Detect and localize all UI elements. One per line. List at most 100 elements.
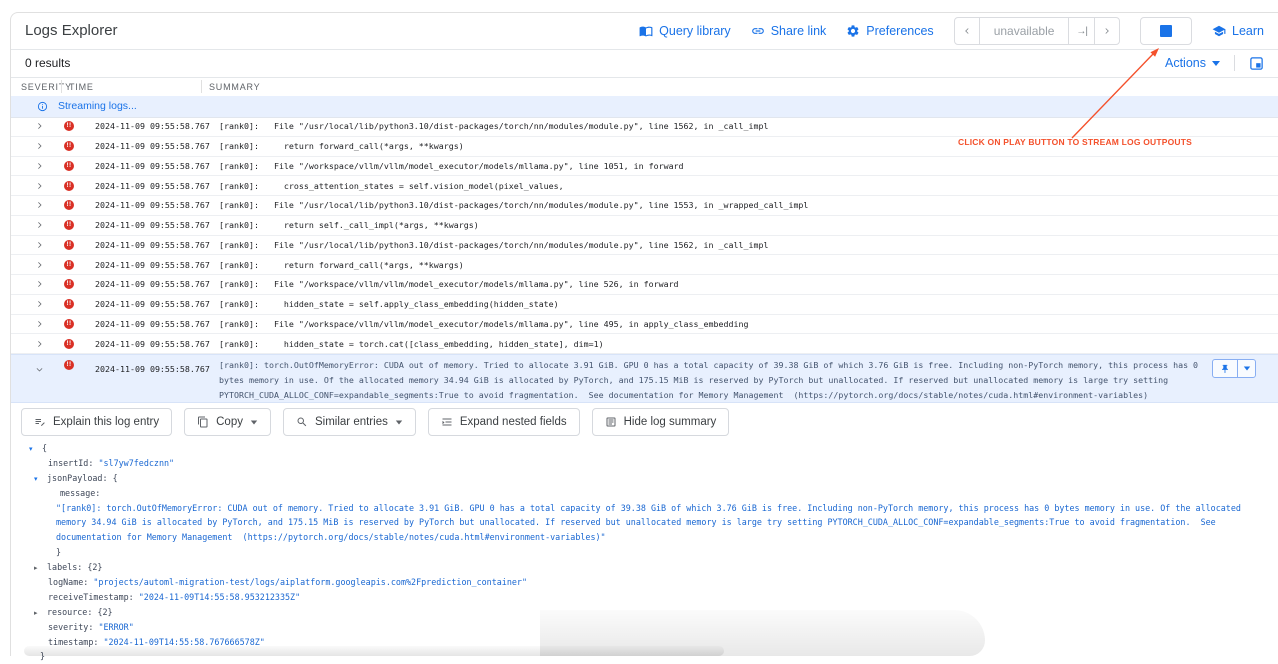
results-bar: 0 results Actions [11, 49, 1278, 78]
error-severity-icon: !! [64, 260, 74, 270]
expand-chevron-icon[interactable] [35, 221, 44, 230]
stop-icon [1160, 25, 1172, 37]
query-library-button[interactable]: Query library [639, 24, 731, 38]
expand-chevron-icon[interactable] [35, 201, 44, 210]
error-severity-icon: !! [64, 360, 74, 370]
log-summary: [rank0]: hidden_state = self.apply_class… [219, 299, 1274, 309]
log-row[interactable]: !! 2024-11-09 09:55:58.767 [rank0]: File… [11, 236, 1278, 256]
log-row[interactable]: !! 2024-11-09 09:55:58.767 [rank0]: File… [11, 315, 1278, 335]
error-severity-icon: !! [64, 240, 74, 250]
preferences-button[interactable]: Preferences [846, 24, 933, 38]
chevron-down-icon [251, 420, 257, 424]
copy-icon [197, 416, 209, 428]
chevron-down-icon [1243, 367, 1249, 371]
json-line: } [11, 545, 1278, 560]
json-brace: { [42, 443, 47, 453]
expanded-log-row[interactable]: !! 2024-11-09 09:55:58.767 [rank0]: torc… [11, 354, 1278, 403]
learn-button[interactable]: Learn [1212, 24, 1264, 38]
divider [1234, 55, 1235, 71]
expanded-log-line: PYTORCH_CUDA_ALLOC_CONF=expandable_segme… [219, 388, 1203, 403]
caret-right-icon[interactable]: ▸ [34, 606, 47, 621]
log-summary: [rank0]: File "/usr/local/lib/python3.10… [219, 240, 1274, 250]
similar-entries-button[interactable]: Similar entries [283, 408, 416, 436]
json-line: "[rank0]: torch.OutOfMemoryError: CUDA o… [11, 501, 1278, 516]
json-line: documentation for Memory Management (htt… [11, 530, 1278, 545]
pin-options-button[interactable] [1237, 360, 1255, 377]
log-time: 2024-11-09 09:55:58.767 [95, 200, 210, 210]
log-row[interactable]: !! 2024-11-09 09:55:58.767 [rank0]: File… [11, 275, 1278, 295]
streaming-logs-label: Streaming logs... [58, 100, 137, 112]
copy-label: Copy [216, 416, 243, 428]
jump-to-last-button[interactable]: →| [1068, 18, 1094, 44]
json-line: } [11, 649, 1278, 664]
expand-chevron-icon[interactable] [35, 339, 44, 348]
expand-chevron-icon[interactable] [35, 240, 44, 249]
share-link-button[interactable]: Share link [751, 24, 827, 38]
log-row[interactable]: !! 2024-11-09 09:55:58.767 [rank0]: File… [11, 196, 1278, 216]
actions-label: Actions [1165, 56, 1206, 70]
expand-chevron-icon[interactable] [35, 142, 44, 151]
log-row[interactable]: !! 2024-11-09 09:55:58.767 [rank0]: File… [11, 117, 1278, 137]
error-severity-icon: !! [64, 121, 74, 131]
chevron-down-icon [1212, 61, 1220, 66]
summary-panel-icon [605, 416, 617, 428]
caret-right-icon[interactable]: ▸ [34, 561, 47, 576]
expand-chevron-icon[interactable] [35, 319, 44, 328]
link-icon [751, 24, 765, 38]
actions-button[interactable]: Actions [1165, 56, 1220, 70]
json-key: logName: [48, 577, 88, 587]
log-time: 2024-11-09 09:55:58.767 [95, 240, 210, 250]
hide-log-summary-button[interactable]: Hide log summary [592, 408, 730, 436]
title-bar: Logs Explorer Query library Share link P… [11, 13, 1278, 50]
expand-chevron-icon[interactable] [35, 260, 44, 269]
error-severity-icon: !! [64, 181, 74, 191]
gear-icon [846, 24, 860, 38]
column-divider [201, 80, 202, 93]
expanded-log-line: [rank0]: torch.OutOfMemoryError: CUDA ou… [219, 358, 1203, 373]
caret-down-icon[interactable]: ▾ [34, 472, 47, 487]
caret-down-icon[interactable]: ▾ [29, 442, 42, 457]
json-value: "sl7yw7fedcznn" [98, 458, 174, 468]
log-row[interactable]: !! 2024-11-09 09:55:58.767 [rank0]: retu… [11, 216, 1278, 236]
collapse-chevron-icon[interactable] [35, 365, 44, 374]
log-row[interactable]: !! 2024-11-09 09:55:58.767 [rank0]: retu… [11, 255, 1278, 275]
explain-log-entry-button[interactable]: Explain this log entry [21, 408, 172, 436]
error-severity-icon: !! [64, 161, 74, 171]
json-value: "projects/automl-migration-test/logs/aip… [93, 577, 527, 587]
expand-chevron-icon[interactable] [35, 161, 44, 170]
json-line: ▾jsonPayload: { [11, 471, 1278, 486]
pin-log-entry-button[interactable] [1213, 360, 1237, 377]
title-bar-actions: Query library Share link Preferences una… [639, 13, 1264, 49]
next-page-button[interactable] [1094, 18, 1119, 44]
pin-button-group [1212, 359, 1256, 378]
stop-streaming-button[interactable] [1140, 17, 1192, 45]
json-line: timestamp: "2024-11-09T14:55:58.76766657… [11, 635, 1278, 650]
log-summary: [rank0]: return self._call_impl(*args, *… [219, 220, 1274, 230]
log-row[interactable]: !! 2024-11-09 09:55:58.767 [rank0]: cros… [11, 176, 1278, 196]
chevron-down-icon [396, 420, 402, 424]
annotation-text: CLICK ON PLAY BUTTON TO STREAM LOG OUTPO… [958, 137, 1192, 147]
expand-chevron-icon[interactable] [35, 122, 44, 131]
error-severity-icon: !! [64, 200, 74, 210]
json-line: memory 34.94 GiB is allocated by PyTorch… [11, 515, 1278, 530]
json-key: receiveTimestamp: [48, 592, 134, 602]
log-summary: [rank0]: File "/workspace/vllm/vllm/mode… [219, 279, 1274, 289]
log-entry-json-view: ▾{ insertId: "sl7yw7fedcznn" ▾jsonPayloa… [11, 441, 1278, 664]
open-side-panel-button[interactable] [1249, 56, 1264, 71]
json-line: ▸resource: {2} [11, 605, 1278, 620]
share-link-label: Share link [771, 24, 827, 38]
expanded-log-line: bytes memory in use. Of the allocated me… [219, 373, 1203, 388]
expand-chevron-icon[interactable] [35, 181, 44, 190]
log-row[interactable]: !! 2024-11-09 09:55:58.767 [rank0]: hidd… [11, 295, 1278, 315]
previous-page-button[interactable] [955, 18, 979, 44]
expand-chevron-icon[interactable] [35, 300, 44, 309]
expand-nested-fields-button[interactable]: Expand nested fields [428, 408, 580, 436]
json-line: message: [11, 486, 1278, 501]
log-row[interactable]: !! 2024-11-09 09:55:58.767 [rank0]: hidd… [11, 334, 1278, 354]
expanded-log-text: [rank0]: torch.OutOfMemoryError: CUDA ou… [219, 358, 1203, 404]
copy-button[interactable]: Copy [184, 408, 271, 436]
column-severity: SEVERITY [21, 82, 72, 92]
expand-chevron-icon[interactable] [35, 280, 44, 289]
log-row[interactable]: !! 2024-11-09 09:55:58.767 [rank0]: File… [11, 157, 1278, 177]
log-summary: [rank0]: hidden_state = torch.cat([class… [219, 339, 1274, 349]
